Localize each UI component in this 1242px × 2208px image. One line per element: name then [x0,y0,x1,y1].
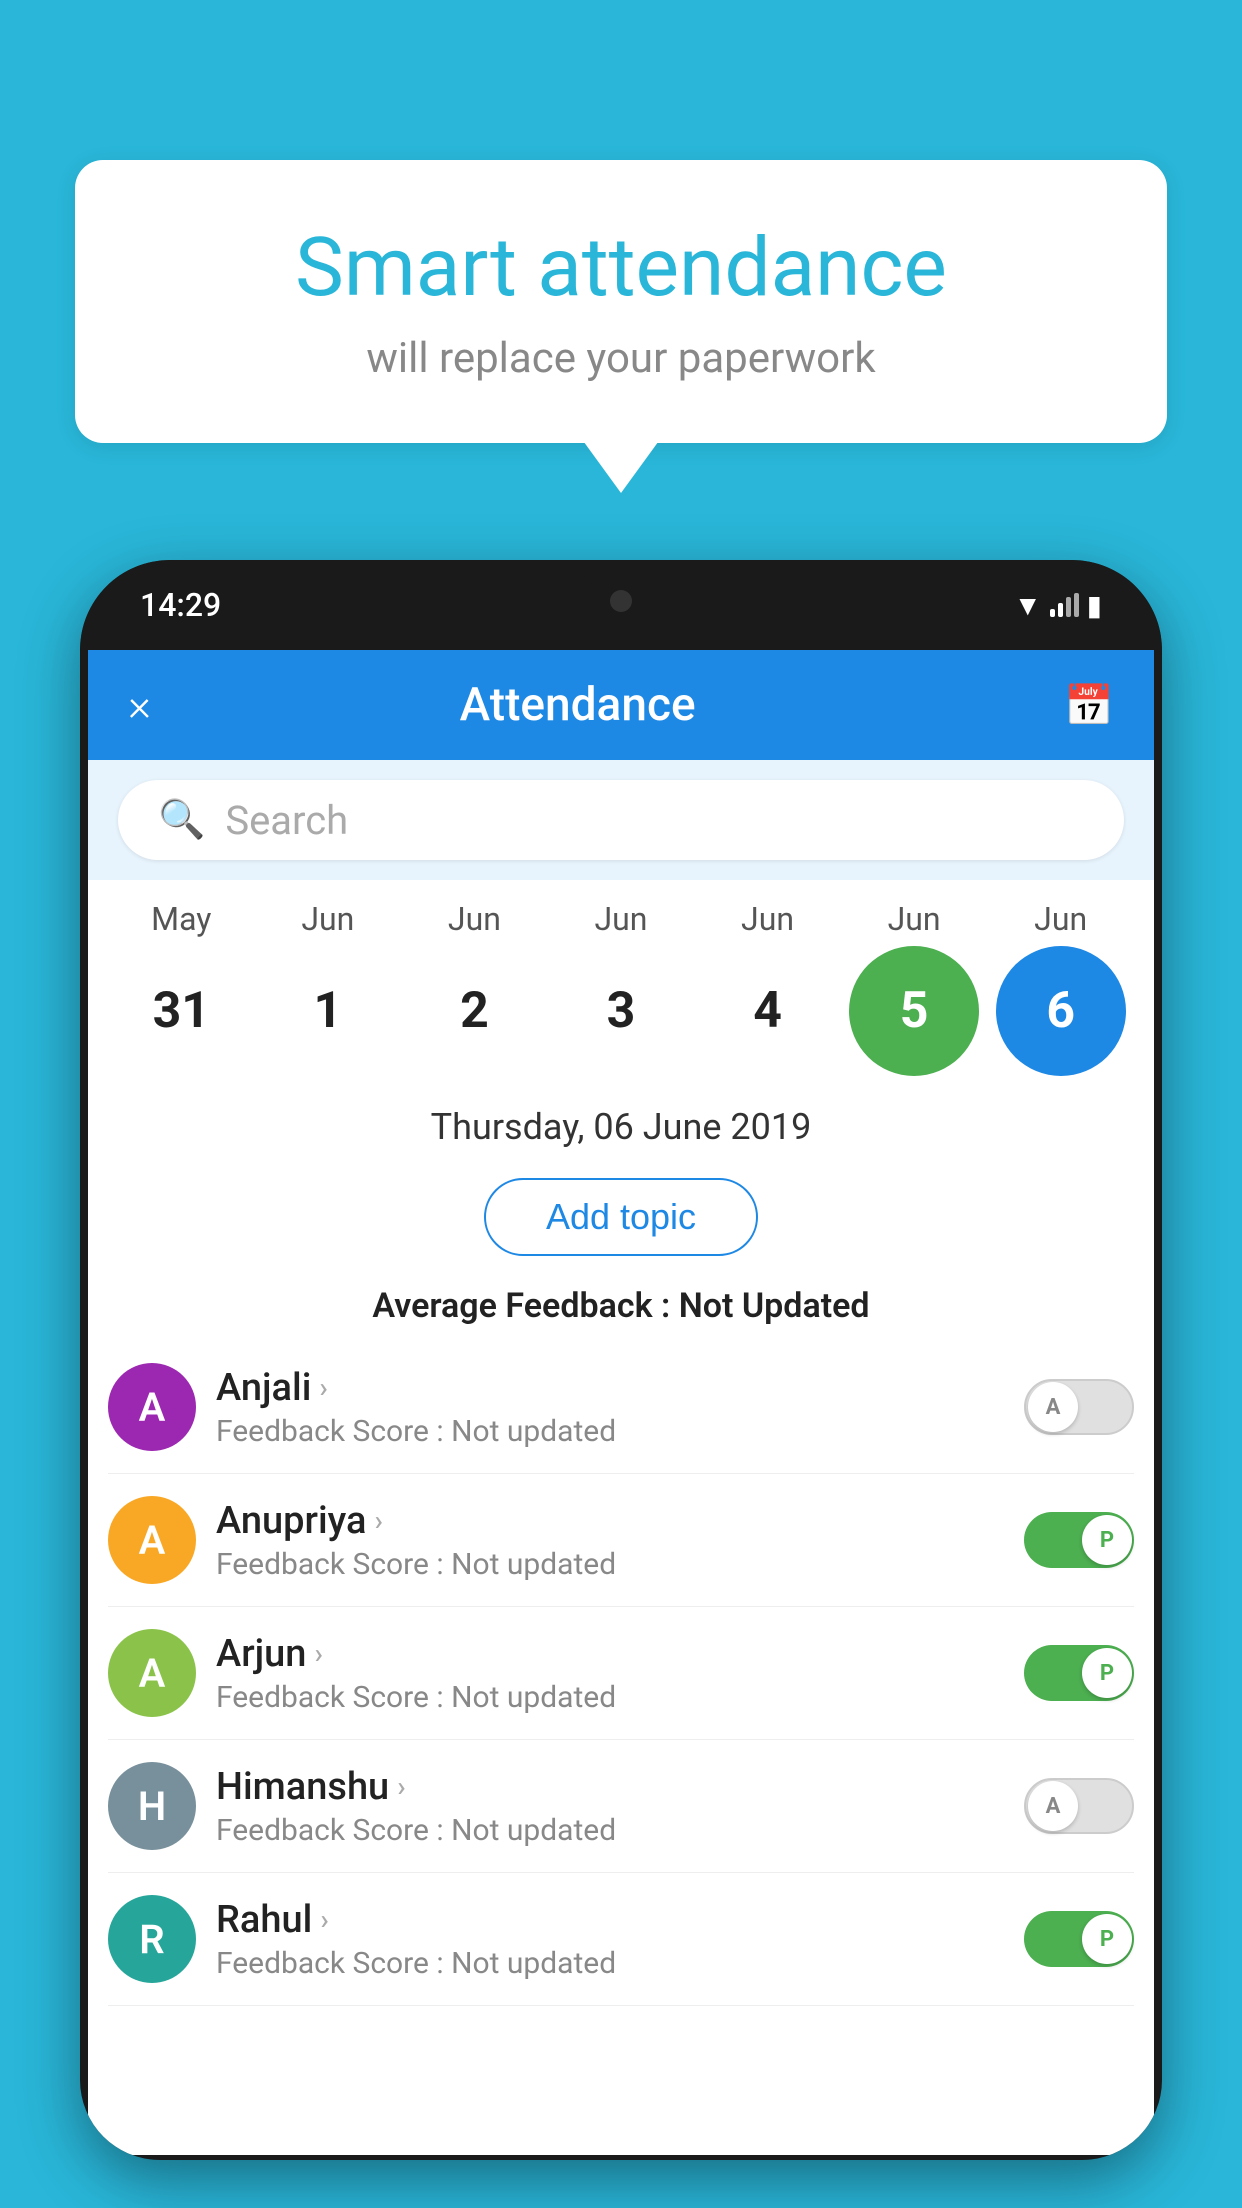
month-may: May [116,900,246,938]
search-bar[interactable]: 🔍 Search [118,780,1124,860]
avg-feedback: Average Feedback : Not Updated [88,1276,1154,1341]
signal-icon [1050,593,1079,617]
student-info-anjali: Anjali › Feedback Score : Not updated [216,1366,1004,1449]
student-name-rahul[interactable]: Rahul › [216,1898,1004,1942]
front-camera [610,590,632,612]
month-jun-1: Jun [263,900,393,938]
calendar-button[interactable]: 📅 [1064,682,1114,729]
student-info-himanshu: Himanshu › Feedback Score : Not updated [216,1765,1004,1848]
toggle-thumb-anupriya: P [1082,1515,1132,1565]
avatar-himanshu: H [108,1762,196,1850]
chevron-icon: › [319,1371,327,1404]
bubble-subtitle: will replace your paperwork [155,334,1087,383]
month-jun-3: Jun [556,900,686,938]
status-icons: ▼ ▮ [1014,589,1102,622]
search-wrapper: 🔍 Search [88,760,1154,880]
calendar-strip: May Jun Jun Jun Jun Jun Jun 31 1 2 3 4 5… [88,880,1154,1086]
battery-icon: ▮ [1087,589,1102,622]
student-name-himanshu[interactable]: Himanshu › [216,1765,1004,1809]
student-item-arjun: A Arjun › Feedback Score : Not updated P [108,1607,1134,1740]
month-jun-6: Jun [996,900,1126,938]
student-list: A Anjali › Feedback Score : Not updated … [88,1341,1154,2006]
toggle-thumb-anjali: A [1028,1382,1078,1432]
close-button[interactable]: × [128,679,151,731]
date-row: 31 1 2 3 4 5 6 [108,946,1134,1076]
feedback-score-anjali: Feedback Score : Not updated [216,1414,1004,1449]
date-2[interactable]: 2 [409,946,539,1076]
student-name-anjali[interactable]: Anjali › [216,1366,1004,1410]
chevron-icon: › [320,1903,328,1936]
phone-frame: 14:29 ▼ ▮ × Attendance 📅 [80,560,1162,2160]
attendance-toggle-anupriya[interactable]: P [1024,1512,1134,1568]
selected-date-label: Thursday, 06 June 2019 [88,1086,1154,1158]
attendance-toggle-rahul[interactable]: P [1024,1911,1134,1967]
avatar-arjun: A [108,1629,196,1717]
month-jun-4: Jun [703,900,833,938]
avatar-rahul: R [108,1895,196,1983]
bubble-title: Smart attendance [155,220,1087,316]
month-jun-2: Jun [409,900,539,938]
toggle-thumb-rahul: P [1082,1914,1132,1964]
phone-wrapper: 14:29 ▼ ▮ × Attendance 📅 [80,560,1162,2208]
feedback-score-anupriya: Feedback Score : Not updated [216,1547,1004,1582]
month-jun-5: Jun [849,900,979,938]
attendance-toggle-anjali[interactable]: A [1024,1379,1134,1435]
avg-feedback-value: Not Updated [679,1286,870,1326]
date-6-selected[interactable]: 6 [996,946,1126,1076]
chevron-icon: › [374,1504,382,1537]
attendance-toggle-himanshu[interactable]: A [1024,1778,1134,1834]
student-item-anjali: A Anjali › Feedback Score : Not updated … [108,1341,1134,1474]
toggle-thumb-arjun: P [1082,1648,1132,1698]
app-title: Attendance [181,678,974,732]
chevron-icon: › [314,1637,322,1670]
student-info-anupriya: Anupriya › Feedback Score : Not updated [216,1499,1004,1582]
chevron-icon: › [397,1770,405,1803]
app-bar: × Attendance 📅 [88,650,1154,760]
wifi-icon: ▼ [1014,589,1042,622]
date-4[interactable]: 4 [703,946,833,1076]
attendance-toggle-arjun[interactable]: P [1024,1645,1134,1701]
speech-bubble: Smart attendance will replace your paper… [75,160,1167,443]
student-name-anupriya[interactable]: Anupriya › [216,1499,1004,1543]
feedback-score-himanshu: Feedback Score : Not updated [216,1813,1004,1848]
date-5-today[interactable]: 5 [849,946,979,1076]
feedback-score-arjun: Feedback Score : Not updated [216,1680,1004,1715]
notch [581,560,661,585]
student-name-arjun[interactable]: Arjun › [216,1632,1004,1676]
student-item-anupriya: A Anupriya › Feedback Score : Not update… [108,1474,1134,1607]
student-item-himanshu: H Himanshu › Feedback Score : Not update… [108,1740,1134,1873]
add-topic-button[interactable]: Add topic [484,1178,758,1256]
avatar-anupriya: A [108,1496,196,1584]
avg-feedback-label: Average Feedback : [372,1286,670,1326]
avatar-anjali: A [108,1363,196,1451]
month-row: May Jun Jun Jun Jun Jun Jun [108,900,1134,938]
phone-screen: × Attendance 📅 🔍 Search May Jun Jun Jun … [88,650,1154,2155]
status-bar: 14:29 ▼ ▮ [80,560,1162,650]
student-info-rahul: Rahul › Feedback Score : Not updated [216,1898,1004,1981]
student-item-rahul: R Rahul › Feedback Score : Not updated P [108,1873,1134,2006]
student-info-arjun: Arjun › Feedback Score : Not updated [216,1632,1004,1715]
toggle-thumb-himanshu: A [1028,1781,1078,1831]
clock: 14:29 [140,586,221,624]
date-3[interactable]: 3 [556,946,686,1076]
speech-bubble-wrapper: Smart attendance will replace your paper… [75,160,1167,443]
date-31[interactable]: 31 [116,946,246,1076]
feedback-score-rahul: Feedback Score : Not updated [216,1946,1004,1981]
search-input[interactable]: Search [225,797,348,844]
search-icon: 🔍 [158,798,205,842]
date-1[interactable]: 1 [263,946,393,1076]
